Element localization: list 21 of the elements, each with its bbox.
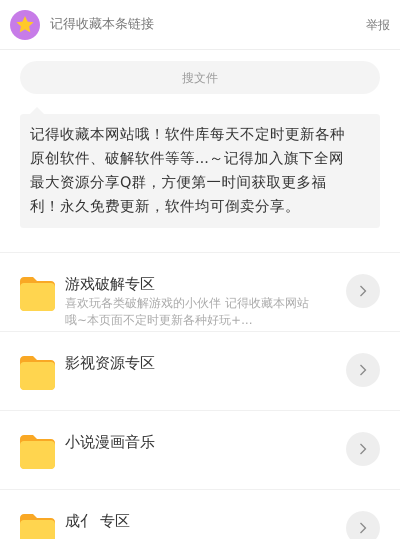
- notice-text: 记得收藏本网站哦！软件库每天不定时更新各种原创软件、破解软件等等...～记得加入旗下全网最大资源分享Q群，方便第一时间获取更多福利！永久免费更新，软件均可倒卖分享。: [30, 126, 346, 217]
- chevron-right-icon: [359, 364, 367, 376]
- chevron-button[interactable]: [346, 274, 380, 308]
- chevron-right-icon: [359, 522, 367, 534]
- folder-icon: [20, 356, 55, 390]
- folder-title[interactable]: 成亻 专区: [65, 510, 346, 532]
- search-field[interactable]: 搜文件: [20, 61, 380, 94]
- folder-icon: [20, 277, 55, 311]
- folder-title[interactable]: 影视资源专区: [65, 352, 346, 374]
- chevron-right-icon: [359, 443, 367, 455]
- folder-icon: [20, 435, 55, 469]
- chevron-right-icon: [359, 285, 367, 297]
- folder-description: 喜欢玩各类破解游戏的小伙伴 记得收藏本网站哦~本页面不定时更新各种好玩+...: [65, 295, 310, 329]
- folder-icon: [20, 514, 55, 539]
- report-link[interactable]: 举报: [366, 16, 390, 34]
- folder-title[interactable]: 游戏破解专区: [65, 273, 346, 295]
- folder-title[interactable]: 小说漫画音乐: [65, 431, 346, 453]
- chevron-button[interactable]: [346, 432, 380, 466]
- header-title: 记得收藏本条链接: [50, 16, 154, 34]
- chevron-button[interactable]: [346, 353, 380, 387]
- chevron-button[interactable]: [346, 511, 380, 539]
